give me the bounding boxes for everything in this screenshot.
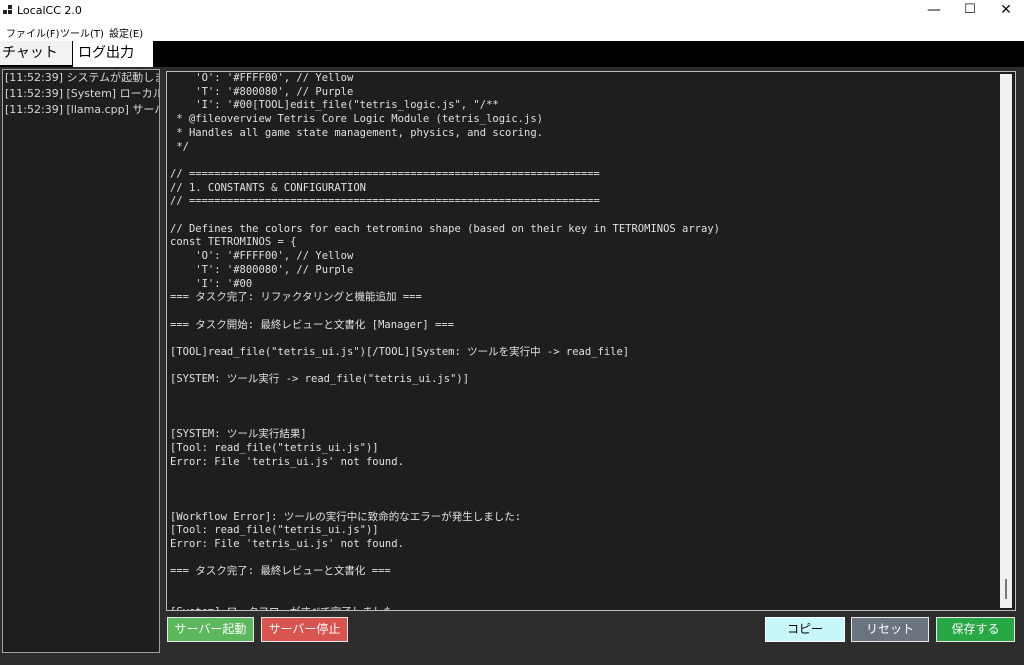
list-item: [11:52:39] [llama.cpp] サーバー <box>5 103 160 116</box>
menu-settings[interactable]: 設定(E) <box>109 25 143 40</box>
list-item: [11:52:39] システムが起動しました <box>5 71 159 84</box>
maximize-icon[interactable]: ☐ <box>952 0 988 22</box>
list-item: [11:52:39] [System] ローカルLLM <box>5 87 159 100</box>
server-stop-button[interactable]: サーバー停止 <box>261 617 348 642</box>
menu-bar: ファイル(F) ツール(T) 設定(E) <box>0 22 1024 41</box>
server-start-button[interactable]: サーバー起動 <box>167 617 254 642</box>
minimize-icon[interactable]: — <box>916 0 952 22</box>
tab-log[interactable]: ログ出力 <box>73 41 153 67</box>
log-scrollbar[interactable] <box>1000 74 1012 608</box>
log-output-text: 'O': '#FFFF00', // Yellow 'T': '#800080'… <box>170 72 720 610</box>
scrollbar-thumb[interactable] <box>1005 579 1007 599</box>
close-icon[interactable]: ✕ <box>988 0 1024 22</box>
menu-file[interactable]: ファイル(F) <box>6 25 60 40</box>
reset-button[interactable]: リセット <box>851 617 929 642</box>
copy-button[interactable]: コピー <box>765 617 845 642</box>
log-output-area[interactable]: 'O': '#FFFF00', // Yellow 'T': '#800080'… <box>166 71 1016 611</box>
window-title: LocalCC 2.0 <box>17 4 82 17</box>
title-bar: LocalCC 2.0 — ☐ ✕ <box>0 0 1024 22</box>
app-icon <box>3 5 13 15</box>
menu-tools[interactable]: ツール(T) <box>60 25 104 40</box>
save-button[interactable]: 保存する <box>936 617 1015 642</box>
tab-bar: チャット ログ出力 <box>0 41 1024 67</box>
system-log-list[interactable]: [11:52:39] システムが起動しました [11:52:39] [Syste… <box>2 69 160 653</box>
tab-chat[interactable]: チャット <box>0 41 72 65</box>
